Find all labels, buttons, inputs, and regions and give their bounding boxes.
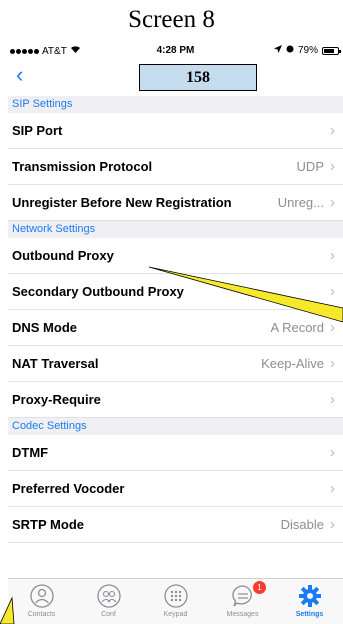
row-label: DTMF — [12, 445, 49, 460]
chevron-right-icon: › — [330, 247, 335, 264]
status-bar: AT&T 4:28 PM 79% — [8, 42, 343, 62]
settings-row[interactable]: Proxy-Require › — [8, 382, 343, 418]
row-label: Outbound Proxy — [12, 248, 114, 263]
screen-title: Screen 8 — [128, 6, 215, 33]
battery-percent: 79% — [297, 45, 318, 56]
settings-row[interactable]: Unregister Before New Registration Unreg.… — [8, 185, 343, 221]
tab-contacts[interactable]: Contacts — [8, 579, 75, 624]
settings-gear-icon — [298, 585, 321, 607]
row-value: Unreg... — [277, 195, 324, 210]
section-header: Codec Settings — [8, 418, 343, 435]
settings-row[interactable]: SIP Port › — [8, 113, 343, 149]
tab-label: Contacts — [27, 611, 56, 618]
chevron-right-icon: › — [330, 122, 335, 139]
annotation-box: 158 — [139, 64, 257, 91]
chevron-right-icon: › — [330, 516, 335, 533]
settings-row[interactable]: Transmission Protocol UDP › — [8, 149, 343, 185]
row-value: A Record — [270, 320, 324, 335]
chevron-right-icon: › — [330, 444, 335, 461]
row-label: Proxy-Require — [12, 392, 101, 407]
battery-icon — [322, 46, 341, 55]
chevron-right-icon: › — [330, 283, 335, 300]
row-label: Secondary Outbound Proxy — [12, 284, 184, 299]
tab-messages[interactable]: 1 Messages — [209, 579, 276, 624]
settings-row[interactable]: NAT Traversal Keep-Alive › — [8, 346, 343, 382]
settings-row[interactable]: Secondary Outbound Proxy › — [8, 274, 343, 310]
chevron-right-icon: › — [330, 355, 335, 372]
settings-list: SIP Settings SIP Port › Transmission Protoc… — [8, 96, 343, 543]
tab-conf[interactable]: Conf — [75, 579, 142, 624]
row-value: Disable — [280, 517, 324, 532]
contacts-icon — [29, 584, 54, 608]
conference-icon — [96, 584, 121, 608]
row-label: DNS Mode — [12, 320, 77, 335]
tab-label: Conf — [101, 611, 116, 618]
row-label: Unregister Before New Registration — [12, 195, 232, 210]
section-header: SIP Settings — [8, 96, 343, 113]
row-value: Keep-Alive — [261, 356, 324, 371]
keypad-icon — [163, 584, 188, 608]
chevron-right-icon: › — [330, 480, 335, 497]
unread-badge: 1 — [253, 581, 266, 594]
messages-icon — [231, 585, 252, 607]
row-label: Preferred Vocoder — [12, 481, 125, 496]
location-icon — [273, 45, 282, 56]
settings-row[interactable]: DNS Mode A Record › — [8, 310, 343, 346]
row-label: SRTP Mode — [12, 517, 84, 532]
chevron-right-icon: › — [330, 319, 335, 336]
back-chevron-icon[interactable]: ‹ — [16, 64, 23, 86]
tab-settings[interactable]: Settings — [276, 579, 343, 624]
row-label: NAT Traversal — [12, 356, 99, 371]
settings-row[interactable]: DTMF › — [8, 435, 343, 471]
row-label: Transmission Protocol — [12, 159, 153, 174]
alarm-icon — [286, 45, 294, 56]
tab-label: Messages — [226, 611, 259, 618]
chevron-right-icon: › — [330, 194, 335, 211]
tab-label: Settings — [295, 611, 324, 618]
settings-row[interactable]: Outbound Proxy › — [8, 238, 343, 274]
row-value: UDP — [296, 159, 324, 174]
chevron-right-icon: › — [330, 391, 335, 408]
phone-screen: AT&T 4:28 PM 79% ‹ 158 SIP Settings SIP P… — [8, 42, 343, 624]
settings-row[interactable]: Preferred Vocoder › — [8, 471, 343, 507]
chevron-right-icon: › — [330, 158, 335, 175]
tab-keypad[interactable]: Keypad — [142, 579, 209, 624]
tab-label: Keypad — [163, 611, 188, 618]
row-label: SIP Port — [12, 123, 63, 138]
tab-bar: Contacts Conf Keypad 1 Messages Settings — [8, 578, 343, 624]
section-header: Network Settings — [8, 221, 343, 238]
nav-bar: ‹ 158 — [8, 64, 343, 91]
settings-row[interactable]: SRTP Mode Disable › — [8, 507, 343, 543]
